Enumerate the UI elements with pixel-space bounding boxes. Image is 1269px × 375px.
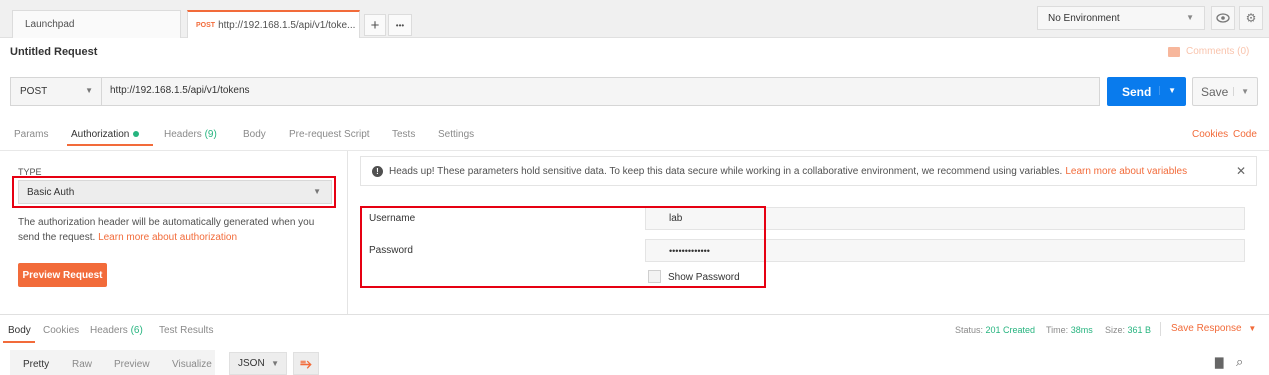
size-value: 361 B	[1127, 325, 1152, 335]
wrap-lines-button[interactable]: ⥱	[293, 352, 319, 375]
highlight-box	[12, 176, 336, 208]
comments-label: Comments (0)	[1186, 46, 1250, 57]
request-name[interactable]: Untitled Request	[10, 46, 97, 58]
sensitive-data-notice: ! Heads up! These parameters hold sensit…	[360, 156, 1257, 186]
chevron-down-icon: ▼	[271, 359, 279, 368]
send-button-label: Send	[1122, 84, 1152, 99]
time-value: 38ms	[1070, 325, 1093, 335]
tab-settings[interactable]: Settings	[438, 129, 474, 140]
eye-icon	[1216, 13, 1230, 23]
method-select-value: POST	[20, 86, 48, 97]
format-preview[interactable]: Preview	[114, 359, 150, 370]
time-label: Time:	[1046, 325, 1069, 335]
tab-tests[interactable]: Tests	[392, 129, 415, 140]
divider	[1160, 322, 1161, 336]
response-tab-test-results[interactable]: Test Results	[159, 325, 213, 336]
language-select-value: JSON	[238, 358, 265, 369]
chevron-down-icon: ▼	[1186, 13, 1194, 22]
manage-environments-button[interactable]: ⚙	[1239, 6, 1263, 30]
environment-quick-look-button[interactable]	[1211, 6, 1235, 30]
response-tab-body[interactable]: Body	[8, 325, 31, 336]
tab-params[interactable]: Params	[14, 129, 48, 140]
gear-icon: ⚙	[1245, 11, 1257, 25]
code-link[interactable]: Code	[1233, 129, 1257, 140]
save-button[interactable]: Save ▼	[1192, 77, 1258, 106]
close-icon[interactable]: ✕	[1236, 164, 1246, 178]
environment-select[interactable]: No Environment ▼	[1037, 6, 1205, 30]
response-tab-cookies[interactable]: Cookies	[43, 325, 79, 336]
tab-body[interactable]: Body	[243, 129, 266, 140]
status-label: Status:	[955, 325, 984, 335]
save-button-label: Save	[1201, 84, 1229, 99]
tab-headers[interactable]: Headers (9)	[164, 129, 217, 140]
tab-request-title: http://192.168.1.5/api/v1/toke...	[218, 19, 356, 31]
info-icon: !	[372, 165, 383, 177]
ellipsis-icon: •••	[395, 20, 405, 30]
active-dot-icon	[133, 131, 140, 138]
learn-more-variables-link[interactable]: Learn more about variables	[1065, 166, 1187, 177]
language-select[interactable]: JSON ▼	[229, 352, 287, 375]
url-input[interactable]: http://192.168.1.5/api/v1/tokens	[110, 85, 250, 96]
tab-request[interactable]: POST http://192.168.1.5/api/v1/toke...	[187, 10, 360, 38]
response-size: Size: 361 B	[1105, 325, 1151, 335]
response-time: Time: 38ms	[1046, 325, 1093, 335]
method-select[interactable]: POST ▼	[10, 77, 102, 106]
wrap-icon: ⥱	[300, 355, 312, 371]
tab-request-method: POST	[196, 21, 216, 29]
tab-pre-request-script[interactable]: Pre-request Script	[289, 129, 370, 140]
cookies-link[interactable]: Cookies	[1192, 129, 1228, 140]
format-raw[interactable]: Raw	[72, 359, 92, 370]
tab-launchpad[interactable]: Launchpad	[12, 10, 181, 38]
response-tab-headers[interactable]: Headers (6)	[90, 325, 143, 336]
response-tab-headers-label: Headers	[90, 325, 128, 336]
size-label: Size:	[1105, 325, 1126, 335]
active-tab-indicator	[3, 341, 35, 343]
tab-launchpad-label: Launchpad	[25, 19, 75, 30]
format-visualize[interactable]: Visualize	[172, 359, 212, 370]
chevron-down-icon[interactable]: ▼	[1233, 87, 1249, 96]
active-tab-indicator	[67, 144, 153, 146]
search-icon[interactable]: ⌕	[1236, 354, 1243, 370]
preview-request-button[interactable]: Preview Request	[18, 263, 107, 287]
environment-select-value: No Environment	[1048, 12, 1120, 24]
save-response-button[interactable]: Save Response ▼	[1171, 323, 1256, 334]
highlight-box	[360, 206, 766, 288]
comments-button[interactable]: Comments (0)	[1168, 46, 1249, 57]
status-value: 201 Created	[985, 325, 1036, 335]
send-button[interactable]: Send ▼	[1107, 77, 1186, 106]
notice-text: Heads up! These parameters hold sensitiv…	[389, 165, 1063, 177]
chevron-down-icon[interactable]: ▼	[1159, 86, 1176, 95]
tab-more-button[interactable]: •••	[388, 14, 412, 36]
divider	[0, 314, 1269, 315]
auth-description: The authorization header will be automat…	[18, 215, 333, 245]
plus-icon: +	[370, 16, 380, 34]
save-response-label: Save Response	[1171, 323, 1242, 334]
format-pretty[interactable]: Pretty	[23, 359, 49, 370]
tab-headers-label: Headers	[164, 129, 202, 140]
tab-authorization[interactable]: Authorization	[71, 129, 140, 140]
response-tab-headers-count: (6)	[130, 325, 143, 336]
chevron-down-icon: ▼	[1248, 324, 1257, 333]
learn-more-authorization-link[interactable]: Learn more about authorization	[98, 232, 237, 243]
tab-headers-count: (9)	[204, 129, 217, 140]
chevron-down-icon: ▼	[85, 86, 93, 95]
comment-icon	[1168, 46, 1180, 57]
response-status: Status: 201 Created	[955, 325, 1035, 335]
copy-icon[interactable]: ▇	[1215, 356, 1223, 369]
new-tab-button[interactable]: +	[364, 14, 386, 36]
tab-authorization-label: Authorization	[71, 129, 130, 140]
